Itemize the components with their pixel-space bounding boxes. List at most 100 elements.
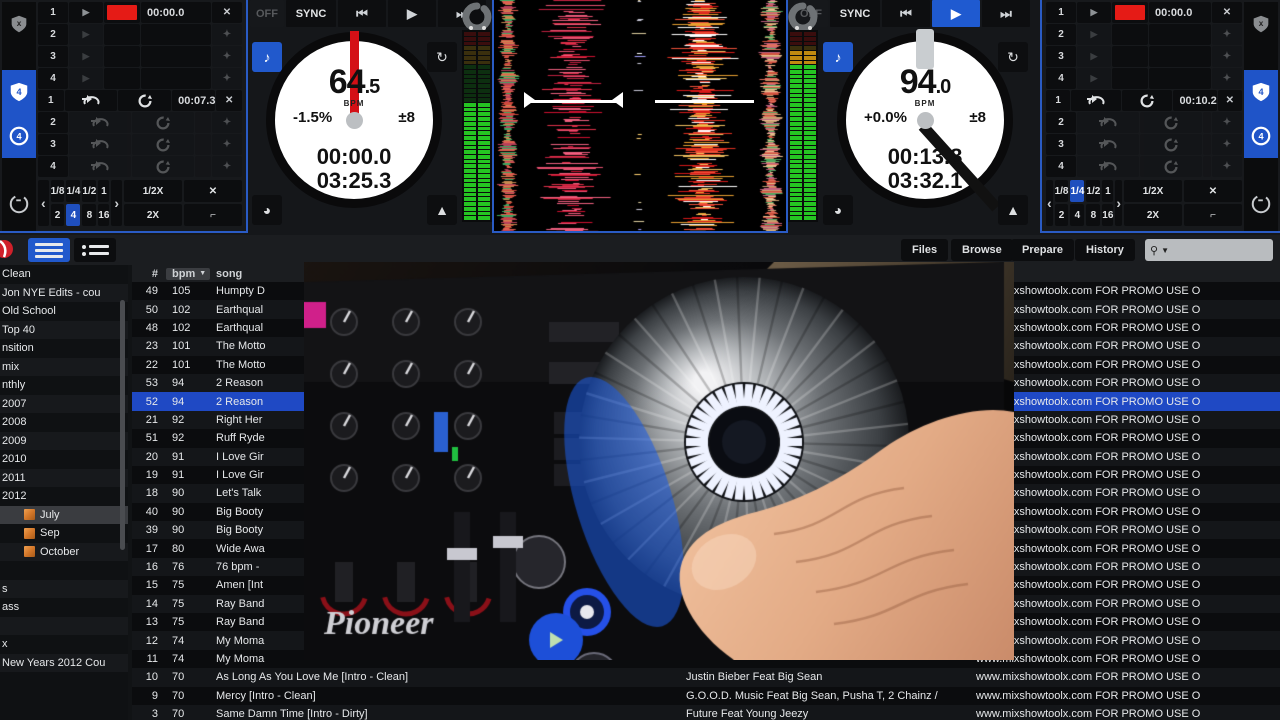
files-button[interactable]: Files xyxy=(901,239,949,261)
right-cue-play-icon[interactable]: ▶ xyxy=(1077,24,1111,45)
sidebar-scrollbar[interactable] xyxy=(120,300,125,550)
right-cue-clear-icon[interactable]: ✦ xyxy=(1212,68,1242,89)
column-header-bpm[interactable]: bpm ▼ xyxy=(166,267,210,280)
right-loop-clear-icon[interactable]: ✦ xyxy=(1212,156,1242,177)
left-eject-icon[interactable]: ▲ xyxy=(427,195,457,225)
right-mode-censor[interactable]: x xyxy=(1244,2,1278,46)
left-cue-number[interactable]: 3 xyxy=(38,46,68,67)
sidebar-item-s[interactable]: s xyxy=(0,579,128,598)
left-cue-play-icon[interactable]: ▶ xyxy=(69,68,103,89)
left-loop-size-1[interactable]: 1 xyxy=(98,180,110,202)
left-loop-size-1-2[interactable]: 1/2 xyxy=(82,180,97,202)
sidebar-item-blank[interactable] xyxy=(0,616,128,635)
left-cue-number[interactable]: 2 xyxy=(38,24,68,45)
left-mode-censor[interactable]: x xyxy=(2,2,36,46)
left-loop-active-icon[interactable] xyxy=(118,90,172,111)
left-cue-clear-icon[interactable]: ✦ xyxy=(212,24,242,45)
right-loop-number[interactable]: 2 xyxy=(1046,112,1076,133)
left-main-waveform[interactable] xyxy=(524,0,623,231)
right-loop-set-icon[interactable] xyxy=(1071,90,1122,111)
left-loop-active-icon[interactable] xyxy=(132,112,194,133)
table-row[interactable]: 9 70 Mercy [Intro - Clean] G.O.O.D. Music F… xyxy=(132,687,1280,705)
right-loop-number[interactable]: 3 xyxy=(1046,134,1076,155)
right-loop-size-16[interactable]: 16 xyxy=(1102,204,1114,226)
right-cue-play-icon[interactable]: ▶ xyxy=(1077,2,1111,23)
right-loop-size-8[interactable]: 8 xyxy=(1086,204,1101,226)
search-input[interactable]: ⚲ ▼ xyxy=(1145,239,1273,261)
sidebar-item-ass[interactable]: ass xyxy=(0,598,128,617)
right-next-icon[interactable]: ⏭ xyxy=(982,0,1030,27)
right-cue-number[interactable]: 4 xyxy=(1046,68,1076,89)
prepare-button[interactable]: Prepare xyxy=(1011,239,1074,261)
right-cue-number[interactable]: 2 xyxy=(1046,24,1076,45)
left-loop-clear-icon[interactable]: ✕ xyxy=(216,90,242,111)
left-cue-clear-icon[interactable]: ✦ xyxy=(212,68,242,89)
right-loop-next-button[interactable]: › xyxy=(1115,180,1122,226)
right-loop-clear-button[interactable]: ✕ xyxy=(1184,180,1242,202)
right-play-button[interactable]: ▶ xyxy=(932,0,980,27)
left-keylock-off-button[interactable]: OFF xyxy=(250,0,284,27)
left-loop-slot-button[interactable]: ⌐ xyxy=(184,204,242,226)
right-main-waveform[interactable] xyxy=(655,0,754,231)
sidebar-item-2008[interactable]: 2008 xyxy=(0,413,128,432)
right-loop-slot-button[interactable]: ⌐ xyxy=(1184,204,1242,226)
crate-sidebar[interactable]: Clean Jon NYE Edits - cou Old School Top 40… xyxy=(0,265,128,720)
left-loop-number[interactable]: 1 xyxy=(38,90,64,111)
left-loop-size-1-8[interactable]: 1/8 xyxy=(50,180,65,202)
sidebar-item-mix[interactable]: mix xyxy=(0,357,128,376)
left-cue-clear-icon[interactable]: ✦ xyxy=(212,46,242,67)
left-loop-active-icon[interactable] xyxy=(132,134,194,155)
sidebar-item-old-school[interactable]: Old School xyxy=(0,302,128,321)
sidebar-item-2012[interactable]: 2012 xyxy=(0,487,128,506)
right-loop-size-4[interactable]: 4 xyxy=(1070,204,1085,226)
left-cue-clear-icon[interactable]: ✕ xyxy=(212,2,242,23)
left-mode-loop-roll[interactable] xyxy=(2,182,36,226)
sidebar-item-2007[interactable]: 2007 xyxy=(0,394,128,413)
right-virtual-deck[interactable]: 94.0 BPM +0.0% ±8 00:13.8 03:32.1 xyxy=(837,29,1013,212)
left-loop-set-icon[interactable] xyxy=(69,156,131,177)
left-loop-next-button[interactable]: › xyxy=(111,180,122,226)
right-loop-active-icon[interactable] xyxy=(1140,112,1202,133)
right-track-overview[interactable] xyxy=(756,0,786,231)
right-loop-clear-icon[interactable]: ✕ xyxy=(1217,90,1242,111)
right-loop-active-icon[interactable] xyxy=(1122,90,1173,111)
left-loop-double-button[interactable]: 2X xyxy=(124,204,182,226)
left-mode-cue-4[interactable]: 4 xyxy=(2,70,36,114)
left-loop-clear-button[interactable]: ✕ xyxy=(184,180,242,202)
sidebar-item-nsition[interactable]: nsition xyxy=(0,339,128,358)
right-loop-number[interactable]: 4 xyxy=(1046,156,1076,177)
sidebar-item-sep[interactable]: Sep xyxy=(0,524,128,543)
right-loop-number[interactable]: 1 xyxy=(1046,90,1071,111)
right-cue-color-swatch[interactable] xyxy=(1112,68,1148,89)
sidebar-item-x[interactable]: x xyxy=(0,635,128,654)
left-loop-size-1-4[interactable]: 1/4 xyxy=(66,180,81,202)
right-loop-set-icon[interactable] xyxy=(1077,156,1139,177)
sidebar-item-clean[interactable]: Clean xyxy=(0,265,128,284)
left-cue-play-icon[interactable]: ▶ xyxy=(69,2,103,23)
right-mode-autoloop-4[interactable]: 4 xyxy=(1244,114,1278,158)
right-loop-prev-button[interactable]: ‹ xyxy=(1046,180,1053,226)
right-loop-set-icon[interactable] xyxy=(1077,134,1139,155)
left-loop-number[interactable]: 4 xyxy=(38,156,68,177)
sidebar-item-blank[interactable] xyxy=(0,561,128,580)
right-cue-number[interactable]: 1 xyxy=(1046,2,1076,23)
right-loop-set-icon[interactable] xyxy=(1077,112,1139,133)
chevron-down-icon[interactable]: ▼ xyxy=(1161,246,1169,255)
left-cue-play-icon[interactable]: ▶ xyxy=(69,24,103,45)
browse-button[interactable]: Browse xyxy=(951,239,1013,261)
column-header-album[interactable]: album xyxy=(970,268,1280,280)
library-view-album-button[interactable] xyxy=(74,238,116,262)
left-play-button[interactable]: ▶ xyxy=(388,0,436,27)
left-loop-prev-button[interactable]: ‹ xyxy=(38,180,49,226)
right-loop-size-1-4[interactable]: 1/4 xyxy=(1070,180,1085,202)
table-row[interactable]: 10 70 As Long As You Love Me [Intro - Clea… xyxy=(132,668,1280,687)
left-loop-clear-icon[interactable]: ✦ xyxy=(212,112,242,133)
sidebar-item-top-40[interactable]: Top 40 xyxy=(0,320,128,339)
right-cue-color-swatch[interactable] xyxy=(1112,46,1148,67)
sidebar-item-new-years-2012-cou[interactable]: New Years 2012 Cou xyxy=(0,653,128,672)
right-eject-icon[interactable]: ▲ xyxy=(998,195,1028,225)
library-view-list-button[interactable] xyxy=(28,238,70,262)
right-loop-active-icon[interactable] xyxy=(1140,156,1202,177)
right-cue-color-swatch[interactable] xyxy=(1112,24,1148,45)
left-loop-size-2[interactable]: 2 xyxy=(50,204,65,226)
